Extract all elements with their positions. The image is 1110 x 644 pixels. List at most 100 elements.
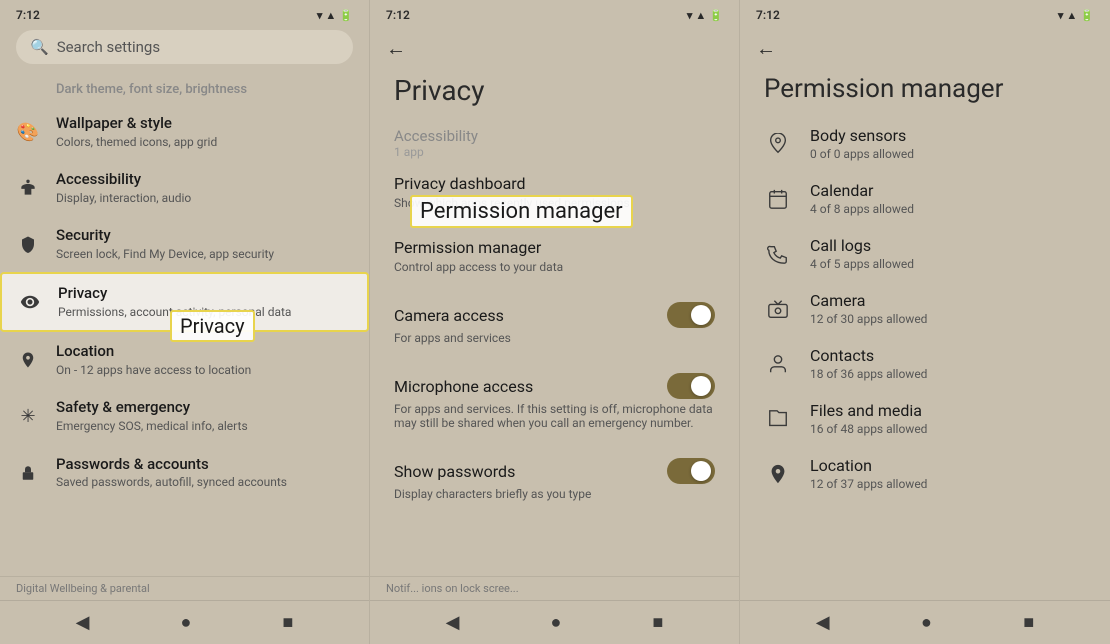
recents-nav-3[interactable]: ■ [1023,612,1034,633]
microphone-access-item[interactable]: Microphone access For apps and services.… [370,359,739,444]
camera-toggle[interactable] [667,302,715,328]
privacy-annotation: Privacy [170,310,255,342]
scroll-hint-text-2: Notif... ions on lock scree... [386,582,519,595]
wifi-icon-2: ▾ [687,9,693,22]
status-time-1: 7:12 [16,8,40,22]
permissions-list: Body sensors 0 of 0 apps allowed Calenda… [740,116,1110,600]
location-perm-item[interactable]: Location 12 of 37 apps allowed [740,446,1110,501]
status-icons-3: ▾ ▲ 🔋 [1058,9,1094,22]
show-passwords-subtitle: Display characters briefly as you type [394,487,715,501]
wallpaper-title: Wallpaper & style [56,114,217,134]
body-sensors-item[interactable]: Body sensors 0 of 0 apps allowed [740,116,1110,171]
back-nav-3[interactable]: ◀ [816,612,830,633]
sidebar-item-security[interactable]: Security Screen lock, Find My Device, ap… [0,216,369,272]
recents-nav-2[interactable]: ■ [653,612,664,633]
status-icons-2: ▾ ▲ 🔋 [687,9,723,22]
accessibility-title: Accessibility [56,170,191,190]
search-icon: 🔍 [30,38,49,56]
accessibility-icon [16,176,40,200]
microphone-toggle[interactable] [667,373,715,399]
camera-perm-title: Camera [810,291,927,310]
safety-title: Safety & emergency [56,398,248,418]
status-time-3: 7:12 [756,8,780,22]
call-logs-subtitle: 4 of 5 apps allowed [810,257,914,271]
location-subtitle: On - 12 apps have access to location [56,363,251,379]
faded-top-2: Accessibility 1 app [370,123,739,160]
permission-manager-annotation: Permission manager [410,195,633,228]
nav-bar-2: ← [370,30,739,66]
permission-manager-panel: 7:12 ▾ ▲ 🔋 ← Permission manager Body sen… [740,0,1110,644]
show-passwords-title: Show passwords [394,462,515,481]
camera-access-title: Camera access [394,306,504,325]
wifi-icon-3: ▾ [1058,9,1064,22]
dark-theme-icon [16,78,40,102]
page-title-3: Permission manager [740,66,1110,116]
settings-panel: 7:12 ▾ ▲ 🔋 🔍 Search settings Dark theme,… [0,0,370,644]
wallpaper-subtitle: Colors, themed icons, app grid [56,135,217,151]
show-passwords-item[interactable]: Show passwords Display characters briefl… [370,444,739,515]
privacy-title: Privacy [58,284,291,304]
call-logs-title: Call logs [810,236,914,255]
calendar-item[interactable]: Calendar 4 of 8 apps allowed [740,171,1110,226]
camera-access-item[interactable]: Camera access For apps and services [370,288,739,359]
back-button-2[interactable]: ← [386,36,406,61]
passwords-subtitle: Saved passwords, autofill, synced accoun… [56,475,287,491]
battery-icon-3: 🔋 [1080,9,1094,22]
call-logs-icon [764,240,792,268]
search-bar[interactable]: 🔍 Search settings [16,30,353,64]
microphone-access-subtitle: For apps and services. If this setting i… [394,402,715,430]
camera-perm-icon [764,295,792,323]
search-input[interactable]: Search settings [57,38,160,56]
accessibility-subtitle: Display, interaction, audio [56,191,191,207]
safety-icon: ✳ [16,405,40,429]
home-nav-2[interactable]: ● [551,612,562,633]
status-time-2: 7:12 [386,8,410,22]
faded-subtitle-2: 1 app [394,145,424,159]
privacy-dashboard-title: Privacy dashboard [394,174,715,193]
back-nav-1[interactable]: ◀ [76,612,90,633]
bottom-nav-3: ◀ ● ■ [740,600,1110,644]
permission-manager-item[interactable]: Permission manager Control app access to… [370,224,739,288]
sidebar-item-passwords[interactable]: Passwords & accounts Saved passwords, au… [0,445,369,501]
sidebar-item-wallpaper[interactable]: 🎨 Wallpaper & style Colors, themed icons… [0,104,369,160]
permission-manager-title: Permission manager [394,238,715,257]
bottom-nav-2: ◀ ● ■ [370,600,739,644]
files-media-title: Files and media [810,401,927,420]
calendar-subtitle: 4 of 8 apps allowed [810,202,914,216]
back-button-3[interactable]: ← [756,36,776,61]
camera-perm-item[interactable]: Camera 12 of 30 apps allowed [740,281,1110,336]
files-media-item[interactable]: Files and media 16 of 48 apps allowed [740,391,1110,446]
contacts-item[interactable]: Contacts 18 of 36 apps allowed [740,336,1110,391]
files-media-icon [764,405,792,433]
home-nav-3[interactable]: ● [921,612,932,633]
sidebar-item-safety[interactable]: ✳ Safety & emergency Emergency SOS, medi… [0,388,369,444]
safety-subtitle: Emergency SOS, medical info, alerts [56,419,248,435]
recents-nav-1[interactable]: ■ [283,612,294,633]
show-passwords-toggle[interactable] [667,458,715,484]
location-perm-title: Location [810,456,927,475]
wifi-icon: ▾ [317,9,323,22]
security-icon [16,232,40,256]
wallpaper-icon: 🎨 [16,120,40,144]
nav-bar-3: ← [740,30,1110,66]
status-icons-1: ▾ ▲ 🔋 [317,9,353,22]
faded-title-2: Accessibility [394,127,478,145]
battery-icon-2: 🔋 [709,9,723,22]
bottom-nav-1: ◀ ● ■ [0,600,369,644]
back-nav-2[interactable]: ◀ [446,612,460,633]
home-nav-1[interactable]: ● [181,612,192,633]
passwords-icon [16,461,40,485]
microphone-access-title: Microphone access [394,377,533,396]
call-logs-item[interactable]: Call logs 4 of 5 apps allowed [740,226,1110,281]
location-perm-subtitle: 12 of 37 apps allowed [810,477,927,491]
signal-icon-3: ▲ [1066,9,1077,22]
body-sensors-title: Body sensors [810,126,914,145]
camera-access-subtitle: For apps and services [394,331,715,345]
location-icon [16,348,40,372]
page-title-2: Privacy [370,66,739,123]
files-media-subtitle: 16 of 48 apps allowed [810,422,927,436]
scroll-hint-text-1: Digital Wellbeing & parental [16,582,150,595]
dark-theme-item[interactable]: Dark theme, font size, brightness [0,76,369,104]
signal-icon-2: ▲ [695,9,706,22]
sidebar-item-accessibility[interactable]: Accessibility Display, interaction, audi… [0,160,369,216]
